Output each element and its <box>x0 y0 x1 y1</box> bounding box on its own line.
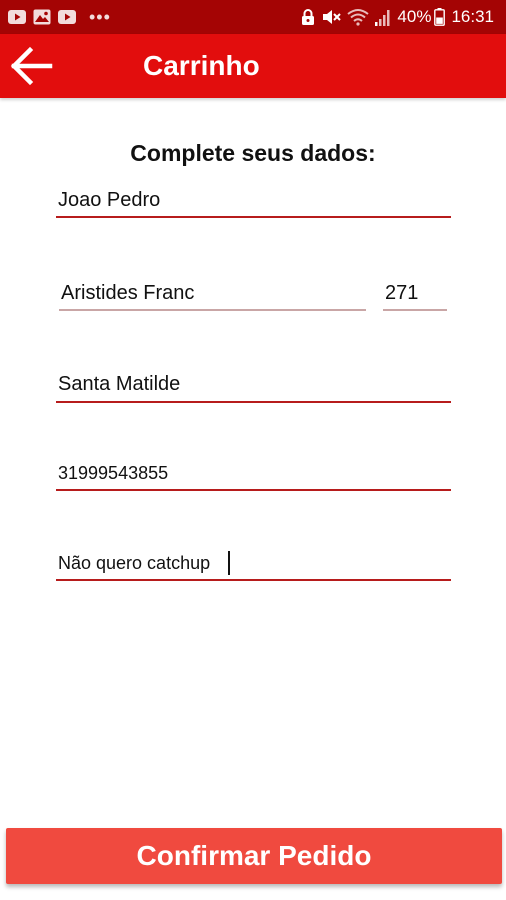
status-bar: ••• 40% 16:31 <box>0 0 506 34</box>
back-button[interactable] <box>10 46 54 86</box>
number-field[interactable] <box>383 277 447 309</box>
neighborhood-field[interactable] <box>56 368 451 401</box>
phone-field[interactable] <box>56 458 451 489</box>
mute-icon <box>321 8 342 26</box>
status-left-icons: ••• <box>8 8 111 26</box>
form-heading: Complete seus dados: <box>130 140 376 166</box>
status-right-icons: 40% 16:31 <box>301 7 494 27</box>
wifi-icon <box>347 8 370 26</box>
battery-percent: 40% <box>397 7 432 26</box>
name-field-container <box>56 184 451 218</box>
confirm-order-button[interactable]: Confirmar Pedido <box>6 828 502 884</box>
phone-field-container <box>56 458 451 491</box>
arrow-left-icon <box>10 46 54 90</box>
street-field[interactable] <box>59 277 366 309</box>
more-dots-icon: ••• <box>89 7 111 27</box>
app-bar: Carrinho <box>0 34 506 98</box>
signal-icon <box>375 8 391 26</box>
text-cursor <box>228 551 230 575</box>
neighborhood-field-container <box>56 368 451 403</box>
name-field[interactable] <box>56 184 451 216</box>
number-field-container <box>383 277 447 311</box>
page-title: Carrinho <box>143 50 260 81</box>
gallery-icon <box>33 9 51 25</box>
youtube-icon <box>58 10 76 24</box>
street-field-container <box>59 277 366 311</box>
clock: 16:31 <box>451 7 494 26</box>
battery-icon <box>434 8 446 26</box>
youtube-icon <box>8 10 26 24</box>
notes-field-container <box>56 547 451 581</box>
lock-icon <box>301 8 315 26</box>
notes-field[interactable] <box>56 547 451 579</box>
